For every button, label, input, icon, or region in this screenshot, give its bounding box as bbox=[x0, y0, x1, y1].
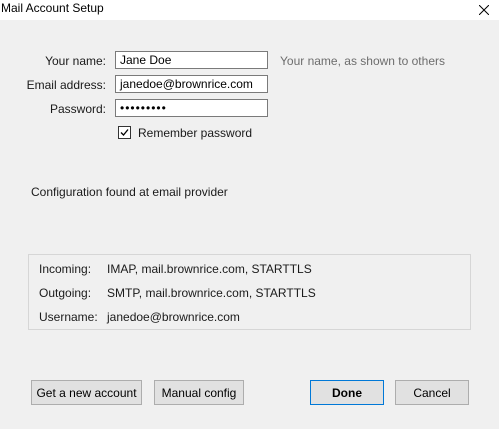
username-label: Username: bbox=[39, 310, 98, 324]
close-icon bbox=[479, 5, 489, 15]
cancel-button[interactable]: Cancel bbox=[395, 380, 469, 405]
close-button[interactable] bbox=[469, 0, 499, 20]
username-value: janedoe@brownrice.com bbox=[107, 310, 240, 324]
get-new-account-button[interactable]: Get a new account bbox=[31, 380, 142, 405]
done-button[interactable]: Done bbox=[310, 380, 384, 405]
outgoing-value: SMTP, mail.brownrice.com, STARTTLS bbox=[107, 286, 316, 300]
email-label: Email address: bbox=[26, 78, 106, 92]
remember-password-label[interactable]: Remember password bbox=[138, 126, 252, 140]
incoming-label: Incoming: bbox=[39, 262, 92, 276]
title-bar: Mail Account Setup bbox=[0, 0, 499, 20]
config-summary: Incoming: IMAP, mail.brownrice.com, STAR… bbox=[28, 254, 471, 330]
password-field[interactable]: ••••••••• bbox=[115, 99, 268, 117]
checkmark-icon bbox=[120, 129, 129, 136]
outgoing-label: Outgoing: bbox=[39, 286, 92, 300]
name-label: Your name: bbox=[2, 54, 106, 68]
status-message: Configuration found at email provider bbox=[31, 185, 228, 199]
name-label-text: Your name: bbox=[45, 54, 106, 68]
password-label: Password: bbox=[49, 102, 106, 116]
remember-password-checkbox[interactable] bbox=[118, 126, 131, 139]
manual-config-button[interactable]: Manual config bbox=[154, 380, 244, 405]
email-field[interactable]: janedoe@brownrice.com bbox=[115, 75, 268, 93]
incoming-value: IMAP, mail.brownrice.com, STARTTLS bbox=[107, 262, 312, 276]
name-hint: Your name, as shown to others bbox=[280, 54, 445, 68]
window-title: Mail Account Setup bbox=[1, 1, 104, 15]
name-field[interactable]: Jane Doe bbox=[115, 51, 268, 69]
